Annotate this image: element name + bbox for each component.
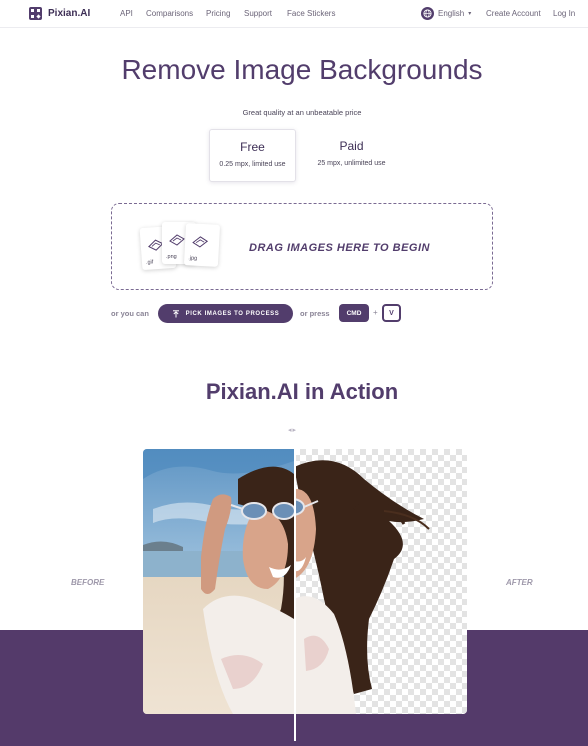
language-label: English: [438, 9, 465, 18]
before-after-image[interactable]: [143, 449, 467, 714]
file-type-label: .png: [166, 254, 177, 260]
create-account-link[interactable]: Create Account: [486, 9, 541, 18]
showcase-title: Pixian.AI in Action: [205, 379, 399, 404]
globe-icon: [421, 7, 434, 20]
plan-name: Paid: [339, 139, 364, 153]
brand-name: Pixian.AI: [48, 8, 91, 19]
comparison-slider-handle[interactable]: [294, 449, 296, 741]
or-press-text: or press: [300, 309, 330, 318]
upload-icon: [172, 309, 179, 317]
pick-images-label: PICK IMAGES TO PROCESS: [185, 310, 280, 317]
plan-free[interactable]: Free 0.25 mpx, limited use: [209, 129, 296, 182]
slider-arrows-icon: ◂▸: [288, 427, 298, 434]
after-label: AFTER: [506, 578, 533, 587]
before-image: [143, 449, 294, 714]
file-type-label: .jpg: [188, 255, 198, 262]
chevron-down-icon: ▾: [468, 11, 472, 17]
nav-link-comparisons[interactable]: Comparisons: [146, 9, 193, 18]
pick-images-button[interactable]: PICK IMAGES TO PROCESS: [158, 304, 293, 323]
plan-desc: 25 mpx, unlimited use: [317, 160, 386, 167]
plan-paid[interactable]: Paid 25 mpx, unlimited use: [308, 129, 395, 182]
logo-grid-icon: [29, 7, 42, 20]
image-file-icon: .jpg: [183, 223, 221, 267]
cmd-key: CMD: [339, 304, 369, 322]
plan-desc: 0.25 mpx, limited use: [219, 161, 286, 168]
nav-link-face-stickers[interactable]: Face Stickers: [287, 9, 335, 18]
nav-link-api[interactable]: API: [120, 9, 133, 18]
v-key: V: [382, 304, 401, 322]
page-subtitle: Great quality at an unbeatable price: [242, 108, 362, 117]
plus-sign: +: [373, 308, 378, 317]
before-label: BEFORE: [71, 578, 105, 587]
brand-logo[interactable]: Pixian.AI: [29, 7, 90, 20]
or-you-can-text: or you can: [111, 309, 149, 318]
file-type-label: .gif: [145, 259, 154, 266]
language-selector[interactable]: English ▾: [421, 7, 471, 20]
after-image: [294, 449, 467, 714]
drop-zone-text: DRAG IMAGES HERE TO BEGIN: [249, 242, 430, 254]
plan-name: Free: [240, 140, 265, 154]
nav-link-support[interactable]: Support: [244, 9, 272, 18]
login-link[interactable]: Log In: [553, 9, 575, 18]
page-title: Remove Image Backgrounds: [121, 54, 483, 85]
nav-link-pricing[interactable]: Pricing: [206, 9, 230, 18]
top-nav: Pixian.AI API Comparisons Pricing Suppor…: [0, 0, 588, 28]
